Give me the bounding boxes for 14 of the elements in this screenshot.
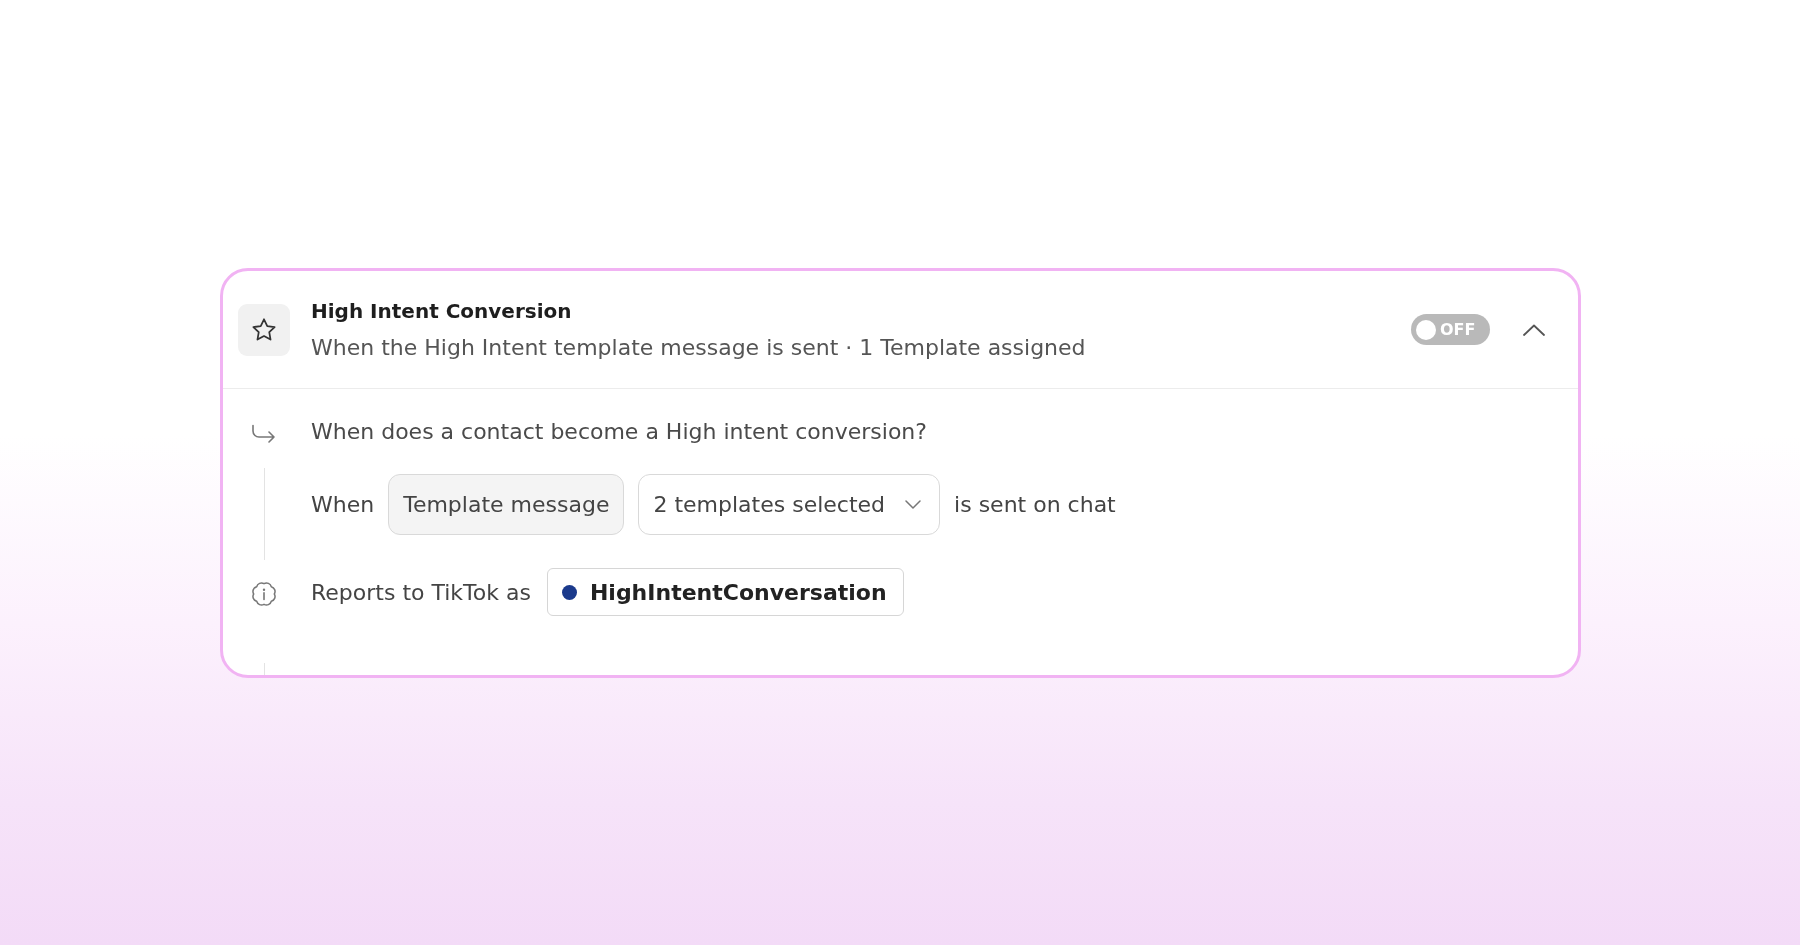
- dot-icon: [561, 584, 577, 600]
- curved-arrow-icon: [251, 424, 277, 444]
- chevron-up-icon[interactable]: [1523, 323, 1545, 336]
- condition-text: is sent on chat: [954, 492, 1116, 517]
- chevron-down-icon: [905, 500, 922, 509]
- question-text: When does a contact become a High intent conversion?: [311, 419, 927, 444]
- message-type-chip: Template message: [388, 474, 625, 535]
- condition-text: When: [311, 492, 375, 517]
- report-label: Reports to TikTok as: [311, 579, 531, 605]
- card-title: High Intent Conversion: [311, 298, 572, 324]
- info-badge-icon: [250, 580, 278, 608]
- event-name: HighIntentConversation: [589, 579, 887, 605]
- card-subtitle: When the High Intent template message is sent · 1 Template assigned: [311, 335, 1086, 361]
- templates-dropdown[interactable]: 2 templates selected: [638, 474, 941, 535]
